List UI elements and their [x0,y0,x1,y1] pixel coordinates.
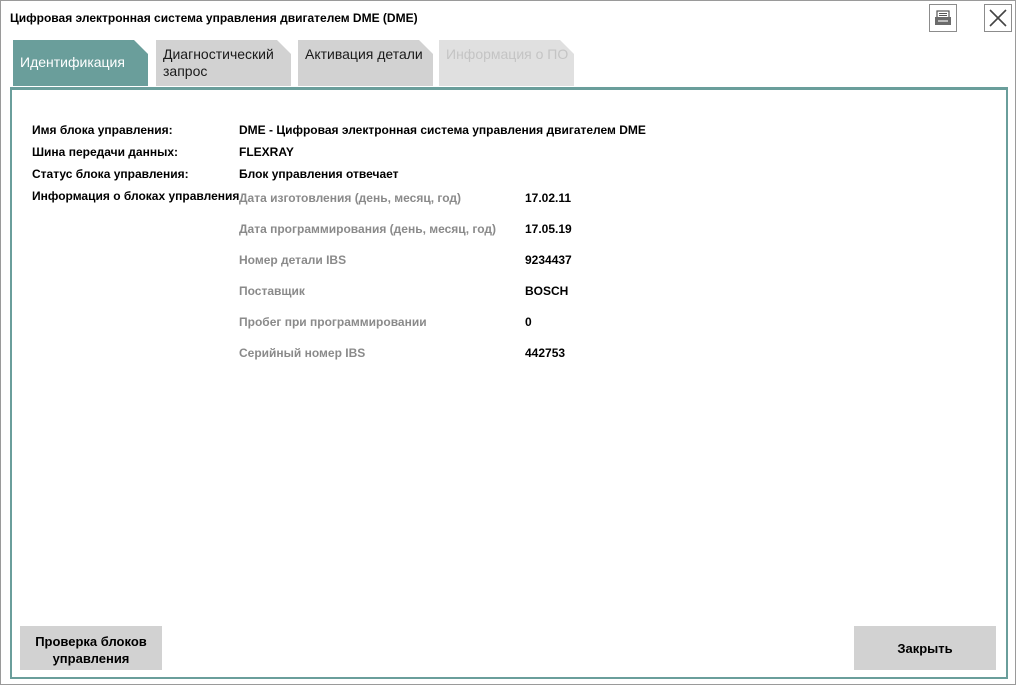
unit-info-label: Информация о блоках управления [32,189,240,203]
unit-name-value: DME - Цифровая электронная система управ… [239,123,646,137]
manufacture-date-value: 17.02.11 [525,191,572,205]
programming-mileage-value: 0 [525,315,532,329]
dme-dialog-window: Цифровая электронная система управления … [0,0,1016,685]
bus-value: FLEXRAY [239,145,294,159]
ibs-part-number-value: 9234437 [525,253,572,267]
title-bar: Цифровая электронная система управления … [1,1,1015,36]
supplier-label: Поставщик [239,284,305,298]
tab-component-activation[interactable]: Активация детали [298,40,433,86]
unit-name-label: Имя блока управления: [32,123,173,137]
window-title: Цифровая электронная система управления … [10,11,418,25]
tab-diagnostic-request[interactable]: Диагностический запрос [156,40,291,86]
tab-identification[interactable]: Идентификация [13,40,148,86]
check-control-units-button[interactable]: Проверка блоков управления [20,626,162,670]
print-button[interactable] [929,4,957,32]
bus-label: Шина передачи данных: [32,145,178,159]
ibs-part-number-label: Номер детали IBS [239,253,347,267]
identification-panel: Имя блока управления: DME - Цифровая эле… [10,87,1008,679]
programming-mileage-label: Пробег при программировании [239,315,427,329]
programming-date-value: 17.05.19 [525,222,572,236]
status-value: Блок управления отвечает [239,167,399,181]
supplier-value: BOSCH [525,284,569,298]
close-window-button[interactable] [984,4,1012,32]
ibs-serial-number-label: Серийный номер IBS [239,346,366,360]
status-label: Статус блока управления: [32,167,189,181]
tab-software-info: Информация о ПО [439,40,574,86]
manufacture-date-label: Дата изготовления (день, месяц, год) [239,191,462,205]
close-button[interactable]: Закрыть [854,626,996,670]
ibs-serial-number-value: 442753 [525,346,566,360]
printer-icon [935,10,951,25]
close-icon [989,9,1007,27]
programming-date-label: Дата программирования (день, месяц, год) [239,222,496,236]
